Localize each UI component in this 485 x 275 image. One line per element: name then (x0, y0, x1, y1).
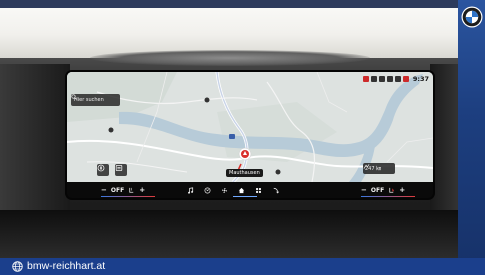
battery-icon (370, 76, 377, 82)
seat-heating-icon[interactable] (128, 187, 135, 194)
range-indicator[interactable]: 247 ㎞ (363, 163, 395, 174)
range-icon (363, 164, 370, 169)
home-icon[interactable] (238, 187, 245, 194)
background-top-strip (0, 0, 458, 8)
temp-down-left-button[interactable]: − (101, 186, 107, 194)
climate-left-state[interactable]: OFF (111, 187, 124, 194)
map-layers-button[interactable] (115, 164, 127, 176)
destination-label[interactable]: Mauthausen (226, 169, 263, 177)
temp-down-right-button[interactable]: − (361, 186, 367, 194)
infotainment-screen: 9:37 Hier suchen Mauthausen 247 ㎞ − OFF … (67, 72, 433, 198)
temp-slider-right[interactable] (361, 196, 415, 197)
seat-heating-right-icon[interactable] (388, 187, 395, 194)
bmw-logo (461, 6, 483, 28)
air-vent (90, 50, 370, 66)
status-bar: 9:37 (362, 74, 429, 84)
phone-icon[interactable] (204, 187, 211, 194)
temp-up-right-button[interactable]: + (399, 186, 405, 194)
brand-side-strip (458, 0, 485, 275)
search-input[interactable]: Hier suchen (71, 94, 120, 106)
fan-icon[interactable] (221, 187, 228, 194)
map-options-button[interactable] (97, 164, 109, 176)
music-icon (394, 76, 401, 82)
navigation-map[interactable]: 9:37 Hier suchen Mauthausen 247 ㎞ (67, 72, 433, 182)
control-bar: − OFF + − OFF + (67, 182, 433, 198)
climate-right: − OFF + (361, 182, 415, 198)
globe-icon (12, 261, 23, 272)
apps-grid-icon[interactable] (255, 187, 262, 194)
climate-left: − OFF + (101, 182, 155, 198)
search-icon (71, 94, 77, 100)
home-active-indicator (233, 196, 257, 197)
signal-icon (378, 76, 385, 82)
website-link[interactable]: bmw-reichhart.at (27, 259, 105, 273)
temp-slider-left[interactable] (101, 196, 155, 197)
notification-icon[interactable] (402, 76, 409, 82)
temp-up-left-button[interactable]: + (139, 186, 145, 194)
alert-icon (362, 76, 369, 82)
navigation-arrow-icon[interactable] (272, 187, 279, 194)
climate-right-state[interactable]: OFF (371, 187, 384, 194)
layers-icon (115, 164, 123, 171)
dashboard-bottom (0, 210, 458, 258)
search-placeholder: Hier suchen (74, 97, 104, 103)
clock: 9:37 (412, 75, 429, 83)
music-note-icon[interactable] (187, 186, 194, 194)
compass-icon (97, 164, 105, 172)
car-icon (386, 76, 393, 82)
